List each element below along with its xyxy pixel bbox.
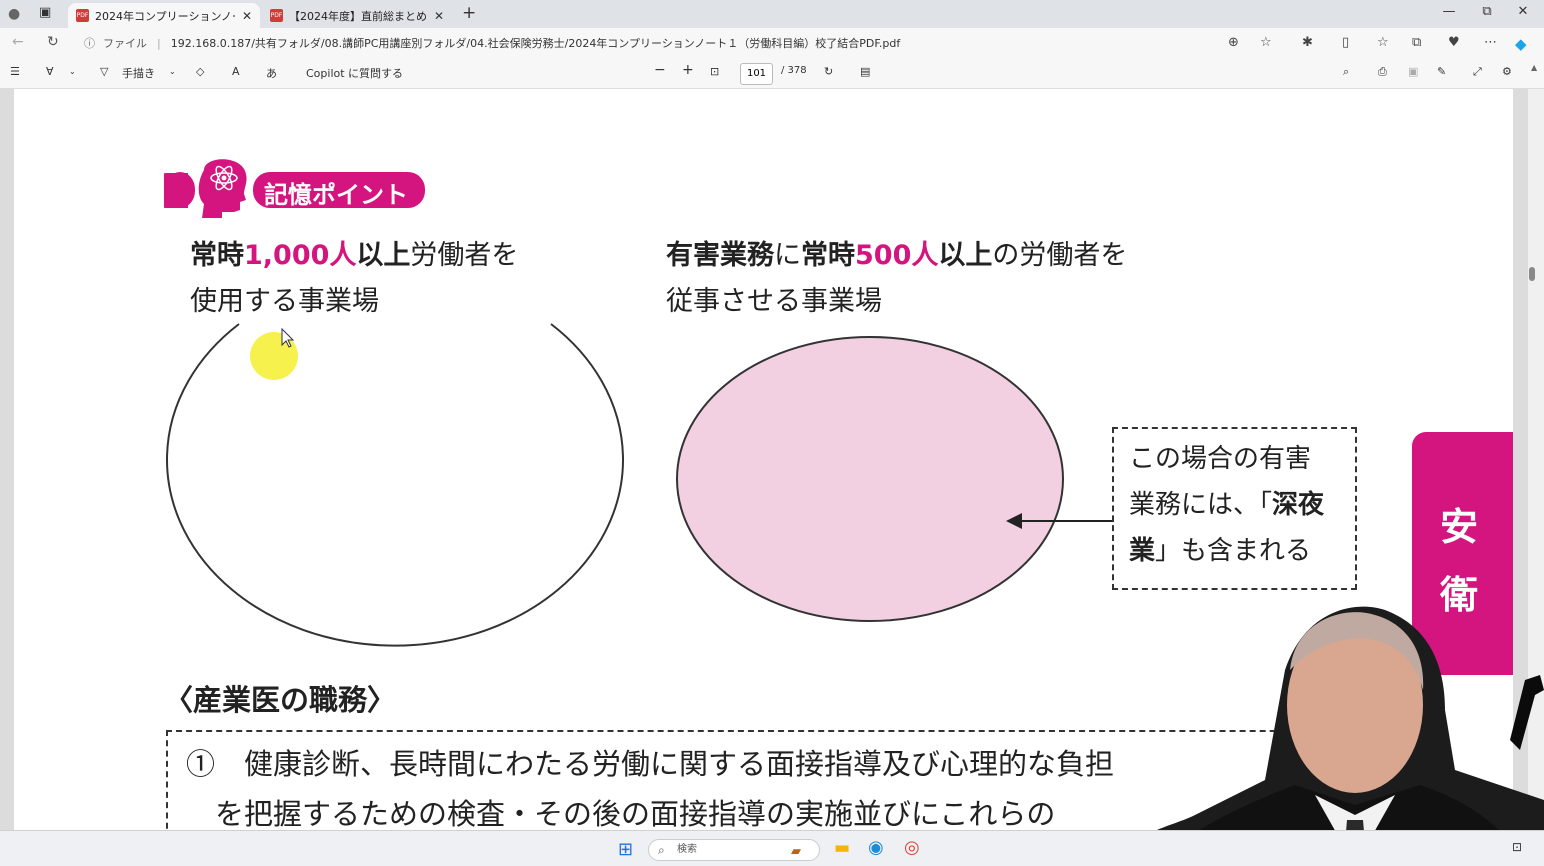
copilot-ask-button[interactable]: Copilot に質問する <box>306 65 403 81</box>
pdf-toolbar: ☰ ∀ ⌄ ▽ 手描き ⌄ ◇ A あ Copilot に質問する − + ⊡ … <box>0 57 1544 89</box>
tab-title: 2024年コンプリーションノート１（労働 <box>95 9 235 23</box>
search-icon[interactable]: ⌕ <box>1343 65 1349 79</box>
new-tab-button[interactable]: + <box>462 3 476 23</box>
zoom-icon[interactable]: ⊕ <box>1228 35 1239 50</box>
page-number-input[interactable]: 101 <box>740 63 773 85</box>
close-tab-icon[interactable]: ✕ <box>434 9 444 23</box>
taskbar-search[interactable]: ⌕ 検索 ▰ <box>648 839 820 861</box>
tab-actions-icon[interactable]: ▣ <box>39 5 51 20</box>
tab-inactive[interactable]: PDF 【2024年度】直前総まとめ（労基 ✕ <box>262 3 452 28</box>
windows-start-icon[interactable]: ⊞ <box>618 839 633 860</box>
search-icon: ⌕ <box>658 843 665 857</box>
note-line2: 業務には、「深夜 <box>1129 482 1324 528</box>
contents-icon[interactable]: ☰ <box>10 65 20 78</box>
note-line3: 業」も含まれる <box>1129 528 1324 574</box>
presenter-webcam-overlay <box>1125 606 1544 866</box>
taskbar: ⊞ ⌕ 検索 ▰ ▬ ◉ ◎ ⊡ <box>0 830 1544 866</box>
note-line1: この場合の有害 <box>1129 444 1312 474</box>
divider: | <box>157 36 161 50</box>
left-ellipse <box>166 323 624 647</box>
scroll-up-arrow-icon[interactable]: ▲ <box>1531 63 1537 72</box>
note-line2-bold: 深夜 <box>1272 490 1325 520</box>
close-window-button[interactable]: ✕ <box>1508 4 1538 24</box>
highlight-dropdown-icon[interactable]: ⌄ <box>69 67 76 76</box>
split-screen-icon[interactable]: ▯ <box>1342 35 1349 50</box>
widget-briefcase-icon: ▰ <box>791 844 801 859</box>
file-explorer-icon[interactable]: ▬ <box>834 838 850 858</box>
eraser-icon[interactable]: ◇ <box>196 65 204 78</box>
pdf-icon: PDF <box>270 9 283 22</box>
copilot-icon[interactable]: ◆ <box>1515 35 1527 53</box>
zoom-in-button[interactable]: + <box>682 62 694 78</box>
pdf-icon: PDF <box>76 9 89 22</box>
chrome-browser-icon[interactable]: ◎ <box>904 837 920 858</box>
info-icon[interactable]: ⓘ <box>84 35 95 51</box>
close-tab-icon[interactable]: ✕ <box>242 9 252 23</box>
draw-dropdown-icon[interactable]: ⌄ <box>169 67 176 76</box>
read-aloud-button[interactable]: A <box>232 65 240 78</box>
duty-item-1: ① 健康診断、長時間にわたる労働に関する面接指導及び心理的な負担 <box>186 747 1115 781</box>
translate-button[interactable]: あ <box>266 65 277 81</box>
restore-button[interactable]: ⧉ <box>1472 4 1502 24</box>
rotate-icon[interactable]: ↻ <box>824 65 833 78</box>
favorites-icon[interactable]: ☆ <box>1377 35 1389 50</box>
profile-icon[interactable]: ● <box>8 6 20 22</box>
tab-active[interactable]: PDF 2024年コンプリーションノート１（労働 ✕ <box>68 3 260 28</box>
fullscreen-icon[interactable]: ⤢ <box>1473 65 1482 79</box>
save-icon[interactable]: ▣ <box>1408 65 1418 78</box>
note-line2-prefix: 業務には、「 <box>1129 490 1273 520</box>
more-menu-icon[interactable]: ⋯ <box>1484 35 1497 50</box>
save-as-icon[interactable]: ✎ <box>1437 65 1446 78</box>
scrollbar-thumb[interactable] <box>1529 267 1535 281</box>
side-tab-char1: 安 <box>1440 505 1479 549</box>
minimize-button[interactable]: — <box>1434 4 1464 24</box>
file-label: ファイル <box>103 37 147 50</box>
draw-button[interactable]: 手描き <box>122 65 155 81</box>
duties-title: 〈産業医の職務〉 <box>164 683 397 717</box>
note-line3-suffix: 」も含まれる <box>1155 536 1312 566</box>
url-field[interactable]: ⓘ ファイル | 192.168.0.187/共有フォルダ/08.講師PC用講座… <box>84 33 1284 53</box>
search-placeholder: 検索 <box>677 844 697 855</box>
tab-title: 【2024年度】直前総まとめ（労基 <box>289 9 429 23</box>
notification-icon[interactable]: ⊡ <box>1512 840 1522 854</box>
favorite-star-icon[interactable]: ☆ <box>1260 35 1272 50</box>
page-view-icon[interactable]: ▤ <box>860 65 870 78</box>
print-icon[interactable]: ⎙ <box>1378 65 1387 79</box>
extensions-icon[interactable]: ✱ <box>1302 35 1313 50</box>
zoom-out-button[interactable]: − <box>654 62 666 78</box>
right-ellipse <box>676 336 1064 622</box>
browser-essentials-icon[interactable]: ♥ <box>1448 35 1460 50</box>
edge-browser-icon[interactable]: ◉ <box>868 837 884 858</box>
duty-item-2: を把握するための検査・その後の面接指導の実施並びにこれらの <box>186 797 1056 830</box>
collections-icon[interactable]: ⧉ <box>1412 35 1421 50</box>
tab-strip: ● ▣ PDF 2024年コンプリーションノート１（労働 ✕ PDF 【2024… <box>0 0 1544 28</box>
fit-page-icon[interactable]: ⊡ <box>710 65 719 78</box>
address-bar: ← ↻ ⓘ ファイル | 192.168.0.187/共有フォルダ/08.講師P… <box>0 28 1544 57</box>
url-text[interactable]: 192.168.0.187/共有フォルダ/08.講師PC用講座別フォルダ/04.… <box>171 35 901 51</box>
note-line3-bold: 業 <box>1129 536 1156 566</box>
draw-icon[interactable]: ▽ <box>100 65 108 78</box>
page-total: / 378 <box>781 65 807 76</box>
back-icon[interactable]: ← <box>12 34 24 50</box>
microphone-stand-icon <box>1510 675 1544 750</box>
refresh-icon[interactable]: ↻ <box>47 34 59 50</box>
highlight-icon[interactable]: ∀ <box>46 65 54 78</box>
settings-gear-icon[interactable]: ⚙ <box>1502 65 1512 78</box>
note-text: この場合の有害 業務には、「深夜 業」も含まれる <box>1129 436 1324 574</box>
